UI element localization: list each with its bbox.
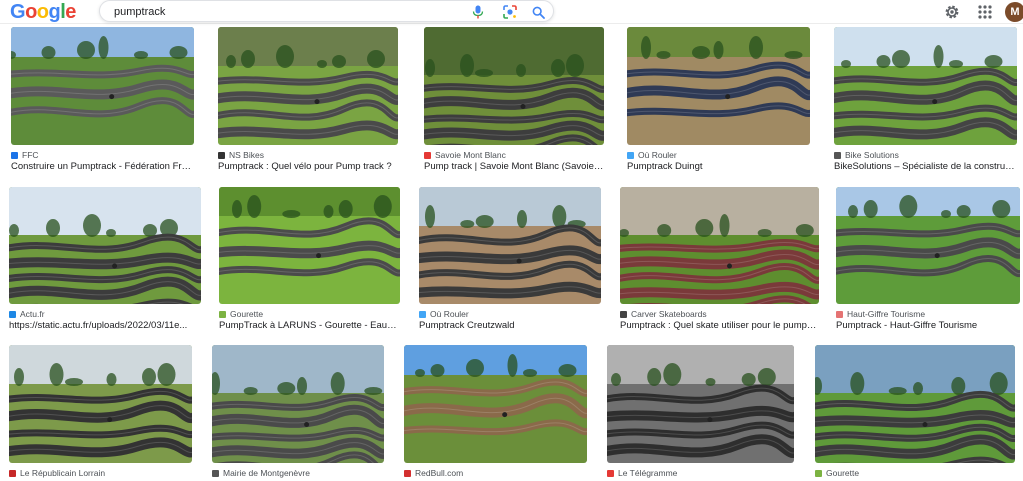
- result-source[interactable]: Gourette: [815, 467, 1015, 479]
- result-source[interactable]: Bike Solutions: [834, 149, 1017, 161]
- result-thumbnail[interactable]: [9, 187, 201, 304]
- site-favicon-icon: [815, 469, 822, 477]
- result-source[interactable]: Mairie de Montgenèvre: [212, 467, 384, 479]
- result-title[interactable]: BikeSolutions – Spécialiste de la constr…: [834, 161, 1017, 174]
- search-icon[interactable]: [530, 4, 546, 20]
- result-thumbnail[interactable]: [627, 27, 810, 145]
- result-source-label: Gourette: [230, 309, 264, 319]
- result-source-label: RedBull.com: [415, 468, 464, 478]
- avatar[interactable]: M: [1005, 2, 1023, 22]
- result-source[interactable]: Gourette: [219, 308, 400, 320]
- site-favicon-icon: [219, 310, 226, 318]
- site-favicon-icon: [404, 469, 411, 477]
- result-thumbnail[interactable]: [815, 345, 1015, 463]
- result-source-label: Où Rouler: [430, 309, 469, 319]
- site-favicon-icon: [9, 310, 16, 318]
- site-favicon-icon: [836, 310, 843, 318]
- result-title[interactable]: PumpTrack à LARUNS - Gourette - Eaux-B..…: [219, 320, 400, 333]
- result-source[interactable]: Carver Skateboards: [620, 308, 819, 320]
- result-title[interactable]: Pumptrack : Quel vélo pour Pump track ?: [218, 161, 398, 174]
- result-source[interactable]: Où Rouler: [627, 149, 810, 161]
- result-source-label: Le Télégramme: [618, 468, 678, 478]
- site-favicon-icon: [9, 469, 16, 477]
- result-source-label: Actu.fr: [20, 309, 45, 319]
- result-source[interactable]: NS Bikes: [218, 149, 398, 161]
- result-source-label: Gourette: [826, 468, 860, 478]
- result-thumbnail[interactable]: [836, 187, 1020, 304]
- lens-icon[interactable]: [502, 4, 518, 20]
- result-source-label: Haut-Giffre Tourisme: [847, 309, 926, 319]
- site-favicon-icon: [627, 151, 634, 159]
- google-logo[interactable]: Google: [10, 1, 76, 24]
- result-title[interactable]: https://static.actu.fr/uploads/2022/03/1…: [9, 320, 201, 333]
- result-source-label: Où Rouler: [638, 150, 677, 160]
- result-source[interactable]: Savoie Mont Blanc: [424, 149, 604, 161]
- search-box[interactable]: [99, 0, 554, 22]
- site-favicon-icon: [620, 310, 627, 318]
- header: Google pumptrack M: [0, 0, 1023, 24]
- result-source-label: Mairie de Montgenèvre: [223, 468, 310, 478]
- result-source-label: FFC: [22, 150, 39, 160]
- site-favicon-icon: [607, 469, 614, 477]
- search-input[interactable]: [114, 4, 464, 20]
- result-title[interactable]: Construire un Pumptrack - Fédération Fra…: [11, 161, 194, 174]
- result-title[interactable]: Pumptrack - Haut-Giffre Tourisme: [836, 320, 1020, 333]
- result-source-label: NS Bikes: [229, 150, 264, 160]
- result-source[interactable]: Actu.fr: [9, 308, 201, 320]
- result-source[interactable]: RedBull.com: [404, 467, 587, 479]
- result-thumbnail[interactable]: [218, 27, 398, 145]
- result-title[interactable]: Pumptrack Duingt: [627, 161, 810, 174]
- result-source[interactable]: Le Télégramme: [607, 467, 794, 479]
- result-thumbnail[interactable]: [404, 345, 587, 463]
- result-source[interactable]: Le Républicain Lorrain: [9, 467, 192, 479]
- result-thumbnail[interactable]: [834, 27, 1017, 145]
- logo-letter: e: [65, 1, 76, 23]
- result-source[interactable]: Haut-Giffre Tourisme: [836, 308, 1020, 320]
- mic-icon[interactable]: [470, 4, 486, 20]
- result-title[interactable]: Pumptrack : Quel skate utiliser pour le …: [620, 320, 819, 333]
- settings-icon[interactable]: [943, 3, 961, 21]
- site-favicon-icon: [419, 310, 426, 318]
- result-thumbnail[interactable]: [424, 27, 604, 145]
- result-thumbnail[interactable]: [419, 187, 601, 304]
- site-favicon-icon: [424, 151, 431, 159]
- result-source[interactable]: FFC: [11, 149, 194, 161]
- result-source-label: Savoie Mont Blanc: [435, 150, 506, 160]
- site-favicon-icon: [218, 151, 225, 159]
- logo-letter: g: [48, 1, 61, 23]
- result-thumbnail[interactable]: [212, 345, 384, 463]
- logo-letter: G: [10, 1, 26, 23]
- site-favicon-icon: [212, 469, 219, 477]
- result-title[interactable]: Pumptrack Creutzwald: [419, 320, 601, 333]
- site-favicon-icon: [834, 151, 841, 159]
- result-thumbnail[interactable]: [9, 345, 192, 463]
- result-thumbnail[interactable]: [620, 187, 819, 304]
- result-thumbnail[interactable]: [219, 187, 400, 304]
- logo-letter: o: [36, 1, 49, 23]
- result-source-label: Le Républicain Lorrain: [20, 468, 106, 478]
- result-thumbnail[interactable]: [11, 27, 194, 145]
- result-source-label: Carver Skateboards: [631, 309, 707, 319]
- result-thumbnail[interactable]: [607, 345, 794, 463]
- apps-icon[interactable]: [976, 3, 994, 21]
- result-source[interactable]: Où Rouler: [419, 308, 601, 320]
- result-title[interactable]: Pump track | Savoie Mont Blanc (Savoie e…: [424, 161, 604, 174]
- result-source-label: Bike Solutions: [845, 150, 899, 160]
- site-favicon-icon: [11, 151, 18, 159]
- logo-letter: o: [25, 1, 37, 23]
